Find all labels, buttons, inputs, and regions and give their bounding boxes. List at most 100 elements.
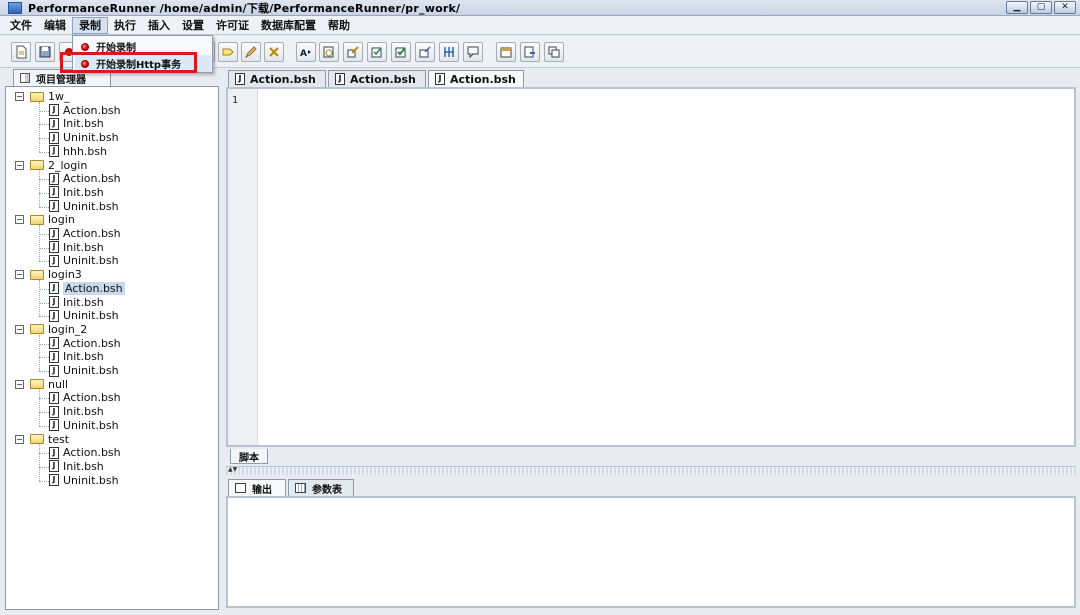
tree-file[interactable]: J Init.bsh <box>49 186 104 199</box>
text-icon[interactable]: A <box>296 42 316 62</box>
collapse-toggle-icon[interactable]: − <box>15 434 24 444</box>
close-button[interactable]: ✕ <box>1054 1 1076 14</box>
export-icon[interactable] <box>520 42 540 62</box>
console-icon <box>235 483 246 493</box>
tree-connector <box>39 110 49 112</box>
tree-file[interactable]: J Init.bsh <box>49 350 104 363</box>
tree-file[interactable]: J Action.bsh <box>49 337 121 350</box>
java-file-icon: J <box>49 200 59 213</box>
tree-connector <box>39 247 49 249</box>
tree-folder-label: login3 <box>48 268 82 282</box>
tree-file-label: Init.bsh <box>63 117 104 131</box>
tree-file[interactable]: J Init.bsh <box>49 241 104 254</box>
tree-connector <box>39 151 49 153</box>
start-recording-http-item[interactable]: 开始录制Http事务 <box>75 55 211 72</box>
start-recording-item[interactable]: 开始录制 <box>75 38 211 55</box>
tree-folder[interactable]: − login <box>15 213 75 226</box>
tree-connector <box>39 138 49 140</box>
tree-folder[interactable]: − 1w_ <box>15 90 70 103</box>
tree-file[interactable]: J Uninit.bsh <box>49 200 119 213</box>
record-dot-icon <box>81 42 89 51</box>
collapse-toggle-icon[interactable]: − <box>15 215 24 225</box>
tree-file[interactable]: J Init.bsh <box>49 296 104 309</box>
tree-file[interactable]: J Action.bsh <box>49 227 121 240</box>
tree-file-label: Init.bsh <box>63 350 104 364</box>
menu-file[interactable]: 文件 <box>4 17 38 34</box>
parameter-table-tab[interactable]: 参数表 <box>288 479 354 496</box>
tree-file[interactable]: J Uninit.bsh <box>49 419 119 432</box>
tree-file[interactable]: J Init.bsh <box>49 405 104 418</box>
window-controls: ▁ ▢ ✕ <box>1006 1 1076 14</box>
editor-tab-0[interactable]: J Action.bsh <box>228 70 326 87</box>
settings-icon[interactable] <box>496 42 516 62</box>
tree-file[interactable]: J Init.bsh <box>49 460 104 473</box>
tree-folder[interactable]: − login3 <box>15 268 82 281</box>
tree-folder[interactable]: − 2_login <box>15 159 87 172</box>
collapse-toggle-icon[interactable]: − <box>15 270 24 280</box>
tree-file[interactable]: J Action.bsh <box>49 172 121 185</box>
menu-help[interactable]: 帮助 <box>322 17 356 34</box>
tree-file[interactable]: J Uninit.bsh <box>49 364 119 377</box>
folder-icon <box>30 324 44 335</box>
project-tree: −1w_ J Action.bsh J Init.bsh J Uninit.bsh Jhhh.… <box>5 86 219 610</box>
tree-file[interactable]: Jhhh.bsh <box>49 145 107 158</box>
tree-file[interactable]: J Action.bsh <box>49 446 121 459</box>
tree-connector <box>39 124 49 126</box>
tree-file[interactable]: J Uninit.bsh <box>49 254 119 267</box>
tree-file-label: Action.bsh <box>63 103 121 117</box>
find-icon[interactable] <box>319 42 339 62</box>
split-pane-divider[interactable]: ▲▼ <box>226 466 1076 475</box>
tree-file[interactable]: J Action.bsh <box>49 281 125 295</box>
collapse-toggle-icon[interactable]: − <box>15 324 24 334</box>
output-tab[interactable]: 输出 <box>228 479 286 496</box>
check-icon[interactable] <box>367 42 387 62</box>
tree-connector <box>39 398 49 400</box>
insert-icon[interactable] <box>415 42 435 62</box>
tree-file[interactable]: J Uninit.bsh <box>49 309 119 322</box>
menu-db-config[interactable]: 数据库配置 <box>255 17 322 34</box>
tree-file[interactable]: J Init.bsh <box>49 117 104 130</box>
java-file-icon: J <box>49 391 59 404</box>
tree-connector <box>39 466 49 468</box>
menu-run[interactable]: 执行 <box>108 17 142 34</box>
editor-tab-1[interactable]: J Action.bsh <box>328 70 426 87</box>
tag-icon[interactable] <box>218 42 238 62</box>
comment-icon[interactable] <box>463 42 483 62</box>
window-icon[interactable] <box>544 42 564 62</box>
java-file-icon: J <box>49 227 59 240</box>
app-window: PerformanceRunner /home/admin/下载/Perform… <box>0 0 1080 615</box>
script-editor[interactable]: 1 <box>226 87 1076 447</box>
tree-file[interactable]: J Action.bsh <box>49 391 121 404</box>
collapse-toggle-icon[interactable]: − <box>15 160 24 170</box>
tree-folder[interactable]: − null <box>15 378 68 391</box>
output-console[interactable] <box>226 496 1076 608</box>
editor-tab-2[interactable]: J Action.bsh <box>428 70 524 87</box>
maximize-button[interactable]: ▢ <box>1030 1 1052 14</box>
collapse-toggle-icon[interactable]: − <box>15 379 24 389</box>
collapse-toggle-icon[interactable]: − <box>15 92 24 101</box>
menu-license[interactable]: 许可证 <box>210 17 255 34</box>
tree-folder[interactable]: − login_2 <box>15 323 87 336</box>
verify-icon[interactable] <box>391 42 411 62</box>
tools-icon[interactable] <box>264 42 284 62</box>
output-tab-strip: 输出 参数表 <box>226 478 1076 496</box>
record-dot-icon <box>81 59 89 68</box>
tree-file[interactable]: J Action.bsh <box>49 104 121 117</box>
tree-connector <box>39 170 40 207</box>
script-tab[interactable]: 脚本 <box>230 449 268 464</box>
new-file-icon[interactable] <box>11 42 31 62</box>
menu-insert[interactable]: 插入 <box>142 17 176 34</box>
columns-icon[interactable] <box>439 42 459 62</box>
menu-record[interactable]: 录制 <box>72 16 108 34</box>
tree-folder[interactable]: − test <box>15 433 69 446</box>
tree-file[interactable]: J Uninit.bsh <box>49 131 119 144</box>
menu-settings[interactable]: 设置 <box>176 17 210 34</box>
splitter-arrows-icon[interactable]: ▲▼ <box>228 467 237 473</box>
menu-edit[interactable]: 编辑 <box>38 17 72 34</box>
editor-tab-label: Action.bsh <box>350 72 416 86</box>
minimize-button[interactable]: ▁ <box>1006 1 1028 14</box>
param-icon[interactable] <box>343 42 363 62</box>
save-icon[interactable] <box>35 42 55 62</box>
pen-icon[interactable] <box>241 42 261 62</box>
tree-file[interactable]: J Uninit.bsh <box>49 474 119 487</box>
